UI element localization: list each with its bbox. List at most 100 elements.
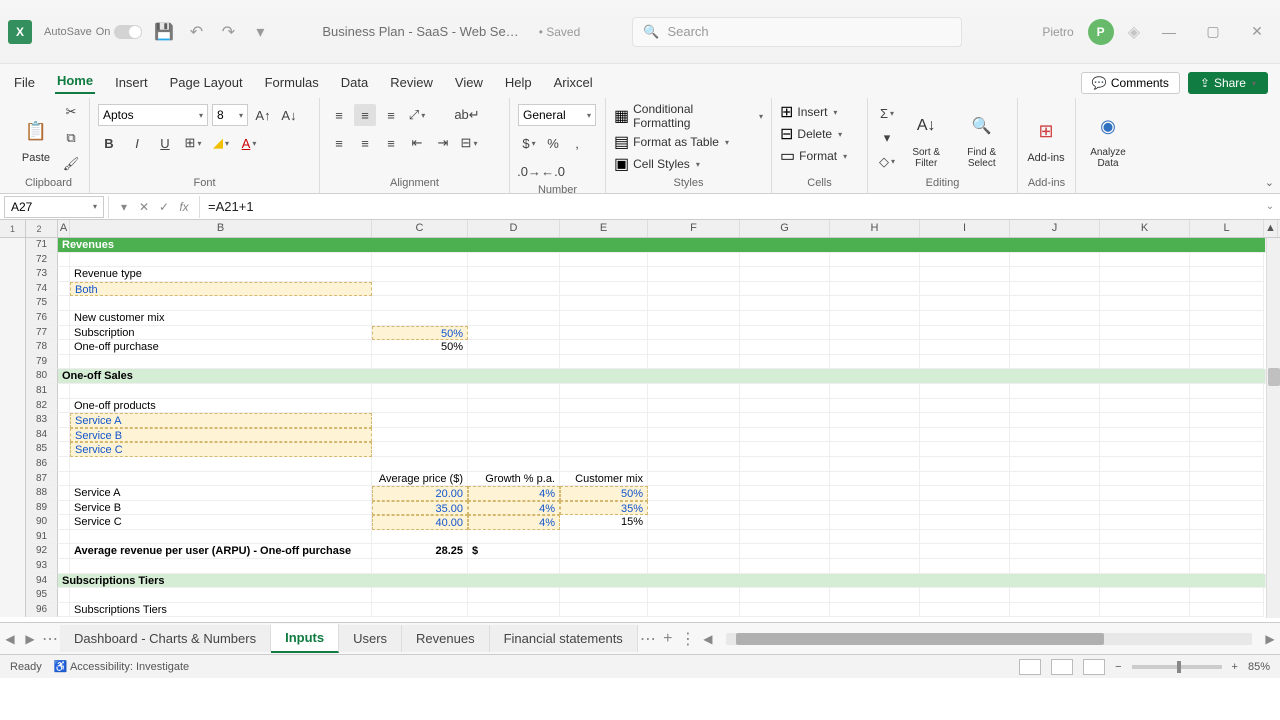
borders-icon[interactable]: ⊞▾	[182, 132, 204, 154]
cell-G90[interactable]	[740, 515, 830, 530]
zoom-in-icon[interactable]: +	[1232, 661, 1238, 673]
cell-B84[interactable]: Service B	[70, 428, 372, 443]
cell-J88[interactable]	[1010, 486, 1100, 501]
increase-indent-icon[interactable]: ⇥	[432, 132, 454, 154]
row-header[interactable]: 96	[26, 603, 58, 618]
row-header[interactable]: 74	[26, 282, 58, 297]
align-top-icon[interactable]: ≡	[328, 104, 350, 126]
cell-K91[interactable]	[1100, 530, 1190, 545]
sheet-next-icon[interactable]: ▶	[20, 632, 40, 646]
section-header-cell[interactable]: One-off Sales	[58, 369, 1266, 384]
cell-L72[interactable]	[1190, 253, 1264, 268]
cell-G89[interactable]	[740, 501, 830, 516]
cell-H85[interactable]	[830, 442, 920, 457]
cell-B81[interactable]	[70, 384, 372, 399]
cell-F87[interactable]	[648, 472, 740, 487]
cell-E96[interactable]	[560, 603, 648, 618]
cell-A87[interactable]	[58, 472, 70, 487]
sheet-tab-users[interactable]: Users	[339, 625, 402, 652]
cell-H75[interactable]	[830, 296, 920, 311]
cell-F72[interactable]	[648, 253, 740, 268]
row-header[interactable]: 79	[26, 355, 58, 370]
cell-J92[interactable]	[1010, 544, 1100, 559]
cell-B77[interactable]: Subscription	[70, 326, 372, 341]
font-name-select[interactable]: Aptos▾	[98, 104, 208, 126]
row-header[interactable]: 77	[26, 326, 58, 341]
add-sheet-icon[interactable]: +	[658, 630, 678, 648]
cell-D85[interactable]	[468, 442, 560, 457]
cell-L75[interactable]	[1190, 296, 1264, 311]
cell-E75[interactable]	[560, 296, 648, 311]
cell-H79[interactable]	[830, 355, 920, 370]
cell-G76[interactable]	[740, 311, 830, 326]
align-left-icon[interactable]: ≡	[328, 132, 350, 154]
cell-L84[interactable]	[1190, 428, 1264, 443]
cell-L85[interactable]	[1190, 442, 1264, 457]
save-icon[interactable]: 💾	[154, 22, 174, 42]
sheet-tab-financial[interactable]: Financial statements	[490, 625, 638, 652]
formula-input[interactable]: =A21+1	[200, 199, 1260, 214]
cell-I75[interactable]	[920, 296, 1010, 311]
cell-G86[interactable]	[740, 457, 830, 472]
cell-B85[interactable]: Service C	[70, 442, 372, 457]
cell-I83[interactable]	[920, 413, 1010, 428]
horizontal-scroll-thumb[interactable]	[736, 633, 1104, 645]
cell-J81[interactable]	[1010, 384, 1100, 399]
cell-K76[interactable]	[1100, 311, 1190, 326]
cell-B89[interactable]: Service B	[70, 501, 372, 516]
cell-G92[interactable]	[740, 544, 830, 559]
cell-H93[interactable]	[830, 559, 920, 574]
cell-H76[interactable]	[830, 311, 920, 326]
cell-H89[interactable]	[830, 501, 920, 516]
cell-K92[interactable]	[1100, 544, 1190, 559]
cell-L87[interactable]	[1190, 472, 1264, 487]
cell-B93[interactable]	[70, 559, 372, 574]
cell-A82[interactable]	[58, 399, 70, 414]
cell-K73[interactable]	[1100, 267, 1190, 282]
cell-J78[interactable]	[1010, 340, 1100, 355]
cell-J96[interactable]	[1010, 603, 1100, 618]
cell-I93[interactable]	[920, 559, 1010, 574]
toggle-switch-icon[interactable]	[114, 25, 142, 39]
cell-H88[interactable]	[830, 486, 920, 501]
cell-E92[interactable]	[560, 544, 648, 559]
cell-J74[interactable]	[1010, 282, 1100, 297]
cell-E78[interactable]	[560, 340, 648, 355]
cell-C83[interactable]	[372, 413, 468, 428]
cell-B75[interactable]	[70, 296, 372, 311]
cell-G84[interactable]	[740, 428, 830, 443]
cell-E93[interactable]	[560, 559, 648, 574]
vertical-scrollbar[interactable]	[1266, 238, 1280, 618]
cell-F88[interactable]	[648, 486, 740, 501]
cell-K87[interactable]	[1100, 472, 1190, 487]
cell-B88[interactable]: Service A	[70, 486, 372, 501]
fbar-dropdown-icon[interactable]: ▾	[115, 200, 133, 214]
row-header[interactable]: 88	[26, 486, 58, 501]
row-header[interactable]: 73	[26, 267, 58, 282]
cell-D81[interactable]	[468, 384, 560, 399]
tab-home[interactable]: Home	[55, 69, 95, 94]
cell-D78[interactable]	[468, 340, 560, 355]
percent-icon[interactable]: %	[542, 132, 564, 154]
cell-F93[interactable]	[648, 559, 740, 574]
cell-J73[interactable]	[1010, 267, 1100, 282]
cell-A93[interactable]	[58, 559, 70, 574]
cell-D74[interactable]	[468, 282, 560, 297]
wrap-text-icon[interactable]: ab↵	[456, 104, 478, 126]
cell-C90[interactable]: 40.00	[372, 515, 468, 530]
cell-F92[interactable]	[648, 544, 740, 559]
increase-font-icon[interactable]: A↑	[252, 104, 274, 126]
cell-B86[interactable]	[70, 457, 372, 472]
search-input[interactable]: 🔍 Search	[632, 17, 962, 47]
cell-D75[interactable]	[468, 296, 560, 311]
cell-H95[interactable]	[830, 588, 920, 603]
diamond-icon[interactable]: ◈	[1128, 22, 1140, 42]
row-header[interactable]: 86	[26, 457, 58, 472]
cell-F73[interactable]	[648, 267, 740, 282]
tab-file[interactable]: File	[12, 71, 37, 94]
align-center-icon[interactable]: ≡	[354, 132, 376, 154]
cell-F83[interactable]	[648, 413, 740, 428]
cell-G93[interactable]	[740, 559, 830, 574]
cell-L95[interactable]	[1190, 588, 1264, 603]
cell-C96[interactable]	[372, 603, 468, 618]
